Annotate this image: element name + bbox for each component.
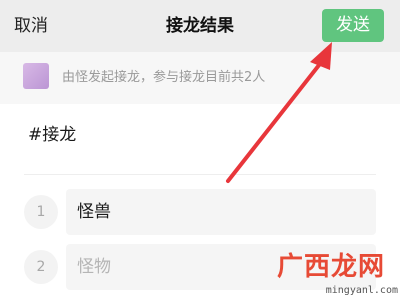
avatar: [23, 63, 49, 89]
navigation-bar: 取消 接龙结果 发送: [0, 0, 400, 52]
participation-info: 由怪发起接龙，参与接龙目前共2人: [62, 70, 266, 85]
list-item: 1 怪兽: [0, 189, 400, 237]
divider: [24, 174, 376, 175]
entry-number: 1: [24, 195, 58, 229]
watermark-url: mingyanl.com: [325, 285, 398, 296]
watermark: 广西龙网 mingyanl.com: [262, 250, 400, 300]
entry-input[interactable]: 怪兽: [66, 189, 376, 235]
entry-number: 2: [24, 250, 58, 284]
topic-text[interactable]: #接龙: [28, 123, 76, 147]
send-button[interactable]: 发送: [322, 9, 384, 42]
watermark-logo: 广西龙网: [276, 252, 385, 282]
